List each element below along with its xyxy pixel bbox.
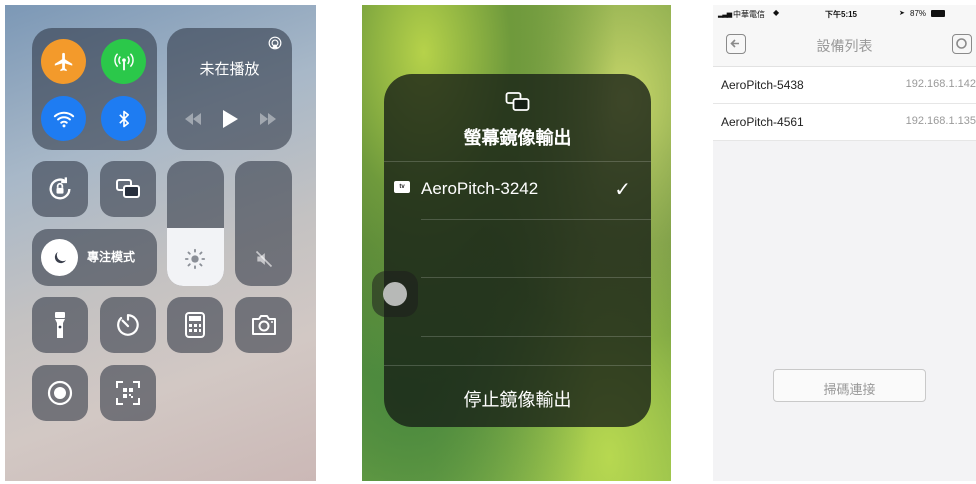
- play-icon[interactable]: [222, 110, 238, 128]
- device-ip: 192.168.1.135: [905, 115, 976, 127]
- record-icon: [47, 380, 73, 406]
- device-name: AeroPitch-5438: [721, 78, 804, 92]
- divider: [421, 277, 651, 278]
- apple-tv-badge: tv: [394, 181, 410, 193]
- device-list: AeroPitch-5438 192.168.1.142 AeroPitch-4…: [713, 67, 976, 141]
- device-row[interactable]: tv AeroPitch-3242 ✓: [384, 162, 651, 220]
- carrier-label: 中華電信: [733, 10, 765, 19]
- list-item[interactable]: AeroPitch-5438 192.168.1.142: [713, 67, 976, 104]
- scan-connect-button[interactable]: 掃碼連接: [773, 369, 926, 402]
- assistive-touch-button[interactable]: [372, 271, 418, 317]
- bluetooth-icon: [118, 110, 129, 127]
- page-title: 設備列表: [816, 38, 873, 54]
- camera-button[interactable]: [235, 297, 292, 353]
- bluetooth-button[interactable]: [101, 96, 146, 141]
- volume-slider[interactable]: [235, 161, 292, 286]
- now-playing-tile[interactable]: 未在播放: [167, 28, 292, 150]
- location-icon: ➤: [899, 10, 905, 17]
- timer-icon: [117, 314, 139, 336]
- battery-icon: [931, 10, 945, 17]
- screen-mirroring-button[interactable]: [100, 161, 156, 217]
- airplane-icon: [54, 52, 72, 71]
- list-item[interactable]: AeroPitch-4561 192.168.1.135: [713, 104, 976, 141]
- navigation-bar: 設備列表: [713, 23, 976, 67]
- screen-recording-button[interactable]: [32, 365, 88, 421]
- calculator-icon: [185, 312, 205, 338]
- airplane-mode-button[interactable]: [41, 39, 86, 84]
- moon-icon: [54, 251, 66, 263]
- brightness-slider[interactable]: [167, 161, 224, 286]
- device-name: AeroPitch-3242: [421, 179, 539, 198]
- mirroring-title: 螢幕鏡像輸出: [463, 128, 572, 148]
- screen-mirroring-icon: [505, 92, 530, 111]
- divider: [421, 336, 651, 337]
- control-center-panel: 未在播放 專注模式: [5, 5, 316, 481]
- focus-mode-label: 專注模式: [87, 250, 136, 264]
- screen-mirroring-panel: 螢幕鏡像輸出 tv AeroPitch-3242 ✓ 停止鏡像輸出: [362, 5, 671, 481]
- battery-percent: 87%: [910, 9, 927, 18]
- rotation-lock-icon: [49, 177, 71, 200]
- stop-mirroring-button[interactable]: 停止鏡像輸出: [384, 366, 651, 427]
- sun-icon: [184, 248, 206, 270]
- apple-tv-badge-text: tv: [399, 184, 405, 190]
- airplay-audio-icon[interactable]: [268, 36, 282, 50]
- screen-mirroring-icon: [116, 179, 140, 198]
- refresh-icon: [956, 38, 967, 49]
- refresh-button[interactable]: [952, 34, 972, 54]
- antenna-icon: [113, 52, 134, 70]
- calculator-button[interactable]: [167, 297, 223, 353]
- divider: [421, 219, 651, 220]
- orientation-lock-button[interactable]: [32, 161, 88, 217]
- mute-icon: [255, 250, 273, 268]
- device-list-panel: ▂▃▅ 中華電信 ◆ 下午5:15 ➤ 87% 設備列表 AeroPitch-5…: [713, 5, 976, 481]
- rewind-icon[interactable]: [183, 113, 203, 125]
- screen-mirroring-sheet: 螢幕鏡像輸出 tv AeroPitch-3242 ✓ 停止鏡像輸出: [384, 74, 651, 427]
- cellular-data-button[interactable]: [101, 39, 146, 84]
- device-name: AeroPitch-4561: [721, 115, 804, 129]
- scan-connect-label: 掃碼連接: [823, 382, 876, 397]
- moon-icon-circle: [41, 239, 78, 276]
- status-bar: ▂▃▅ 中華電信 ◆ 下午5:15 ➤ 87%: [713, 5, 976, 23]
- stop-mirroring-label: 停止鏡像輸出: [463, 390, 572, 410]
- assistive-touch-knob: [383, 282, 407, 306]
- wifi-button[interactable]: [41, 96, 86, 141]
- wifi-icon: [53, 111, 74, 127]
- now-playing-label: 未在播放: [199, 61, 260, 78]
- fast-forward-icon[interactable]: [258, 113, 278, 125]
- flashlight-icon: [55, 312, 65, 338]
- signal-bars-icon: ▂▃▅: [718, 11, 732, 18]
- device-ip: 192.168.1.142: [905, 78, 976, 90]
- camera-icon: [251, 315, 276, 335]
- checkmark-icon: ✓: [614, 179, 631, 201]
- time-label: 下午5:15: [825, 10, 858, 19]
- flashlight-button[interactable]: [32, 297, 88, 353]
- qr-code-icon: [116, 381, 140, 405]
- focus-mode-button[interactable]: 專注模式: [32, 229, 157, 286]
- timer-button[interactable]: [100, 297, 156, 353]
- qr-scanner-button[interactable]: [100, 365, 156, 421]
- wifi-status-icon: ◆: [773, 8, 780, 17]
